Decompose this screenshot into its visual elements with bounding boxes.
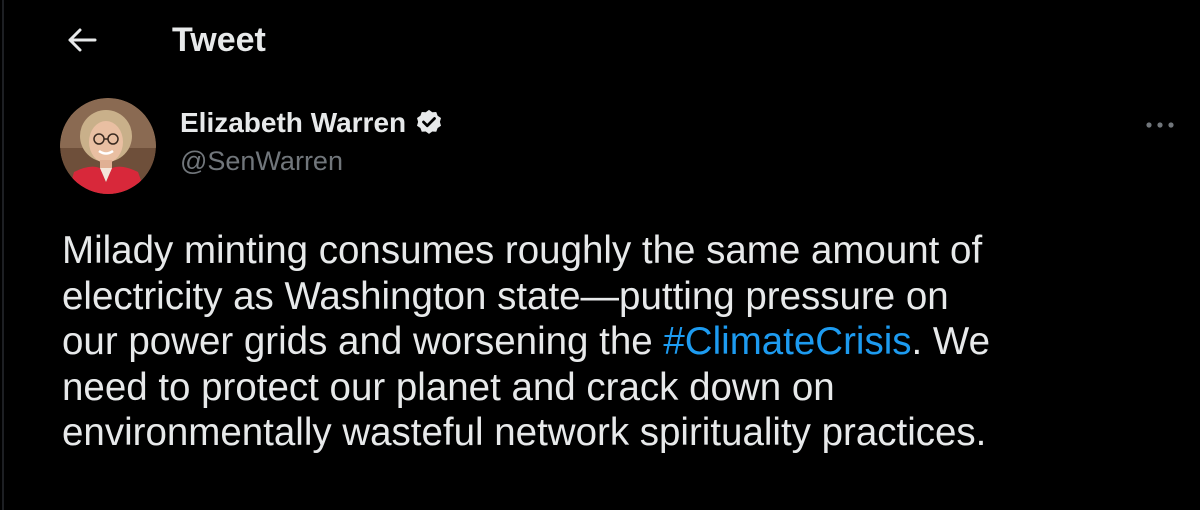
hashtag-link[interactable]: #ClimateCrisis — [663, 320, 911, 363]
tweet-text: Milady minting consumes roughly the same… — [62, 228, 1182, 456]
author-name[interactable]: Elizabeth Warren — [180, 107, 406, 139]
verified-badge-icon — [414, 108, 444, 138]
avatar[interactable] — [60, 98, 156, 194]
tweet-text-segment: our power grids and worsening the — [62, 320, 664, 363]
author-handle[interactable]: @SenWarren — [180, 146, 444, 177]
author-name-row: Elizabeth Warren — [180, 104, 444, 142]
tweet-text-line: need to protect our planet and crack dow… — [62, 365, 835, 409]
more-horizontal-icon — [1146, 122, 1174, 128]
tweet-text-line: Milady minting consumes roughly the same… — [62, 229, 983, 272]
back-button[interactable] — [60, 20, 104, 60]
tweet-text-line: electricity as Washington state—putting … — [62, 274, 949, 318]
more-options-button[interactable] — [1138, 110, 1182, 140]
page-header: Tweet — [0, 0, 1200, 84]
avatar-image — [60, 98, 156, 194]
page-title: Tweet — [172, 21, 266, 59]
tweet-text-segment: . We — [911, 320, 990, 363]
tweet-text-line: our power grids and worsening the #Clima… — [62, 319, 1182, 365]
arrow-left-icon — [68, 28, 97, 52]
tweet-text-line: environmentally wasteful network spiritu… — [62, 411, 987, 454]
author-block: Elizabeth Warren @SenWarren — [180, 104, 444, 177]
